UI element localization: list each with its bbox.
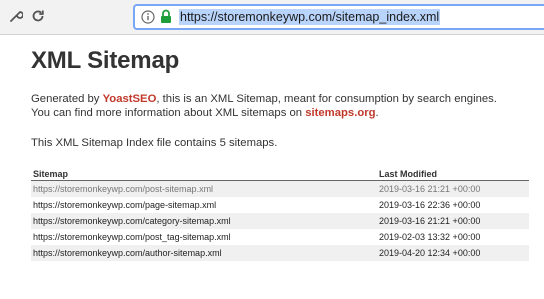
last-modified-cell: 2019-03-16 21:21 +00:00 — [379, 184, 481, 194]
sitemaps-org-link[interactable]: sitemaps.org — [305, 107, 375, 119]
table-row: https://storemonkeywp.com/page-sitemap.x… — [31, 197, 529, 213]
info-icon[interactable] — [141, 10, 155, 24]
sitemap-link[interactable]: https://storemonkeywp.com/author-sitemap… — [31, 245, 377, 261]
description-text: , this is an XML Sitemap, meant for cons… — [156, 93, 497, 105]
page-title: XML Sitemap — [31, 47, 180, 74]
description-text: Generated by — [31, 93, 103, 105]
sitemap-link[interactable]: https://storemonkeywp.com/category-sitem… — [31, 213, 377, 229]
table-row: https://storemonkeywp.com/category-sitem… — [31, 213, 529, 229]
last-modified-column-header: Last Modified — [379, 168, 437, 179]
browser-toolbar: https://storemonkeywp.com/sitemap_index.… — [0, 0, 544, 35]
sitemap-count-text: This XML Sitemap Index file contains 5 s… — [31, 137, 278, 149]
description-line-2: You can find more information about XML … — [31, 107, 379, 119]
table-header-row: Sitemap Last Modified — [31, 167, 529, 181]
last-modified-cell: 2019-03-16 22:36 +00:00 — [379, 200, 481, 210]
wrench-icon[interactable] — [6, 6, 26, 26]
description-text: . — [375, 107, 379, 119]
sitemap-link[interactable]: https://storemonkeywp.com/post_tag-sitem… — [31, 229, 377, 245]
description-line-1: Generated by YoastSEO, this is an XML Si… — [31, 93, 497, 105]
last-modified-cell: 2019-02-03 13:32 +00:00 — [379, 232, 481, 242]
reload-icon[interactable] — [28, 6, 48, 26]
sitemap-table: Sitemap Last Modified https://storemonke… — [31, 167, 529, 261]
sitemap-link[interactable]: https://storemonkeywp.com/page-sitemap.x… — [31, 197, 377, 213]
yoast-link[interactable]: YoastSEO — [103, 93, 157, 105]
table-row: https://storemonkeywp.com/author-sitemap… — [31, 245, 529, 261]
last-modified-cell: 2019-04-20 12:34 +00:00 — [379, 248, 481, 258]
sitemap-column-header: Sitemap — [33, 168, 69, 179]
table-row: https://storemonkeywp.com/post-sitemap.x… — [31, 180, 529, 198]
table-row: https://storemonkeywp.com/post_tag-sitem… — [31, 229, 529, 245]
last-modified-cell: 2019-03-16 21:21 +00:00 — [379, 216, 481, 226]
description-text: You can find more information about XML … — [31, 107, 306, 119]
address-bar[interactable]: https://storemonkeywp.com/sitemap_index.… — [133, 4, 544, 30]
sitemap-link[interactable]: https://storemonkeywp.com/post-sitemap.x… — [31, 181, 377, 198]
lock-icon — [160, 9, 172, 24]
url-text[interactable]: https://storemonkeywp.com/sitemap_index.… — [179, 9, 441, 25]
